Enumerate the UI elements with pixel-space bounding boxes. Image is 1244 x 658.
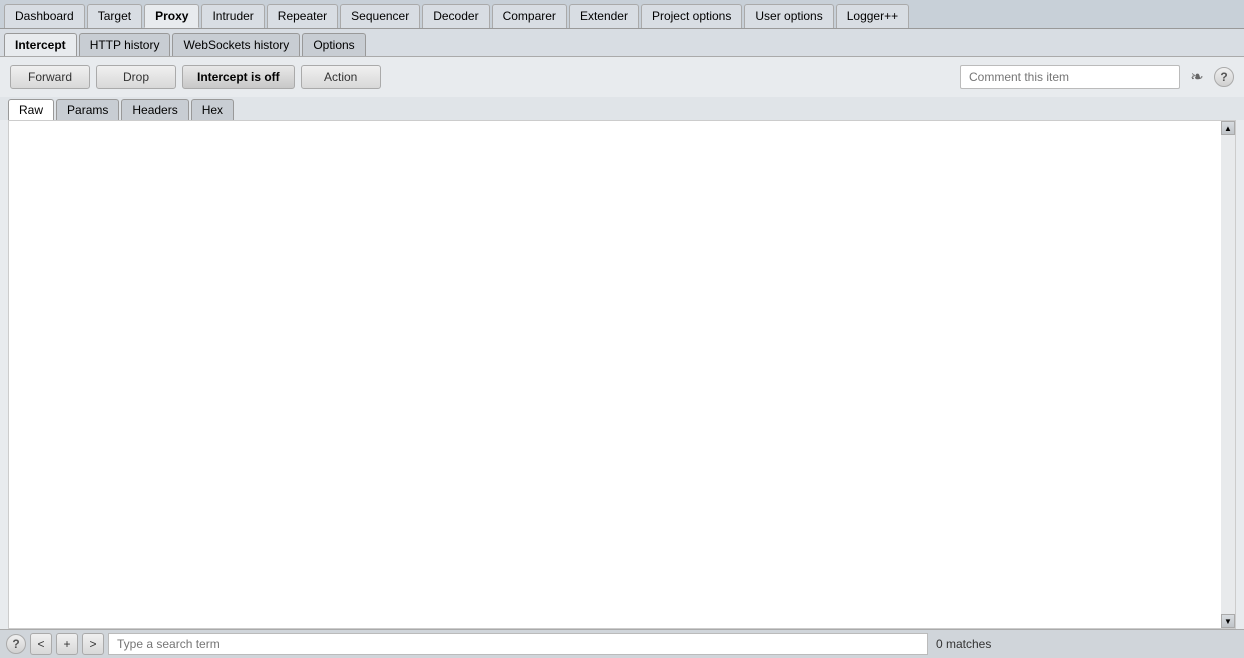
drop-button[interactable]: Drop [96, 65, 176, 89]
comment-input[interactable] [960, 65, 1180, 89]
nav-tab-comparer[interactable]: Comparer [492, 4, 567, 28]
scroll-down-arrow[interactable]: ▼ [1221, 614, 1235, 628]
inner-tabs: RawParamsHeadersHex [0, 97, 1244, 120]
scroll-track[interactable] [1221, 135, 1235, 614]
toolbar: Forward Drop Intercept is off Action ❧ ? [0, 57, 1244, 97]
help-icon[interactable]: ? [1214, 67, 1234, 87]
matches-label: 0 matches [936, 637, 991, 651]
nav-tab-sequencer[interactable]: Sequencer [340, 4, 420, 28]
sub-nav: InterceptHTTP historyWebSockets historyO… [0, 29, 1244, 57]
nav-tab-project-options[interactable]: Project options [641, 4, 742, 28]
add-button[interactable]: + [56, 633, 78, 655]
nav-tab-intruder[interactable]: Intruder [201, 4, 264, 28]
nav-tab-logger++[interactable]: Logger++ [836, 4, 909, 28]
nav-tab-dashboard[interactable]: Dashboard [4, 4, 85, 28]
nav-tab-user-options[interactable]: User options [744, 4, 833, 28]
nav-tab-repeater[interactable]: Repeater [267, 4, 338, 28]
inner-tab-raw[interactable]: Raw [8, 99, 54, 120]
sub-tab-options[interactable]: Options [302, 33, 365, 56]
sub-tab-intercept[interactable]: Intercept [4, 33, 77, 56]
search-input[interactable] [108, 633, 928, 655]
content-area: InterceptHTTP historyWebSockets historyO… [0, 29, 1244, 658]
bottom-help-icon[interactable]: ? [6, 634, 26, 654]
nav-tab-target[interactable]: Target [87, 4, 142, 28]
action-button[interactable]: Action [301, 65, 381, 89]
nav-tab-extender[interactable]: Extender [569, 4, 639, 28]
forward-button[interactable]: Forward [10, 65, 90, 89]
inner-tab-hex[interactable]: Hex [191, 99, 234, 120]
editor-area: ▲ ▼ [8, 120, 1236, 629]
intercept-button[interactable]: Intercept is off [182, 65, 295, 89]
nav-tab-proxy[interactable]: Proxy [144, 4, 199, 28]
scrollbar: ▲ ▼ [1221, 121, 1235, 628]
scroll-up-arrow[interactable]: ▲ [1221, 121, 1235, 135]
bottom-bar: ? < + > 0 matches [0, 629, 1244, 658]
nav-tab-decoder[interactable]: Decoder [422, 4, 489, 28]
sub-tab-http-history[interactable]: HTTP history [79, 33, 171, 56]
top-nav: DashboardTargetProxyIntruderRepeaterSequ… [0, 0, 1244, 29]
main-container: DashboardTargetProxyIntruderRepeaterSequ… [0, 0, 1244, 658]
send-icon[interactable]: ❧ [1186, 66, 1208, 88]
inner-tab-params[interactable]: Params [56, 99, 119, 120]
prev-button[interactable]: < [30, 633, 52, 655]
next-button[interactable]: > [82, 633, 104, 655]
sub-tab-websockets-history[interactable]: WebSockets history [172, 33, 300, 56]
inner-tab-headers[interactable]: Headers [121, 99, 188, 120]
